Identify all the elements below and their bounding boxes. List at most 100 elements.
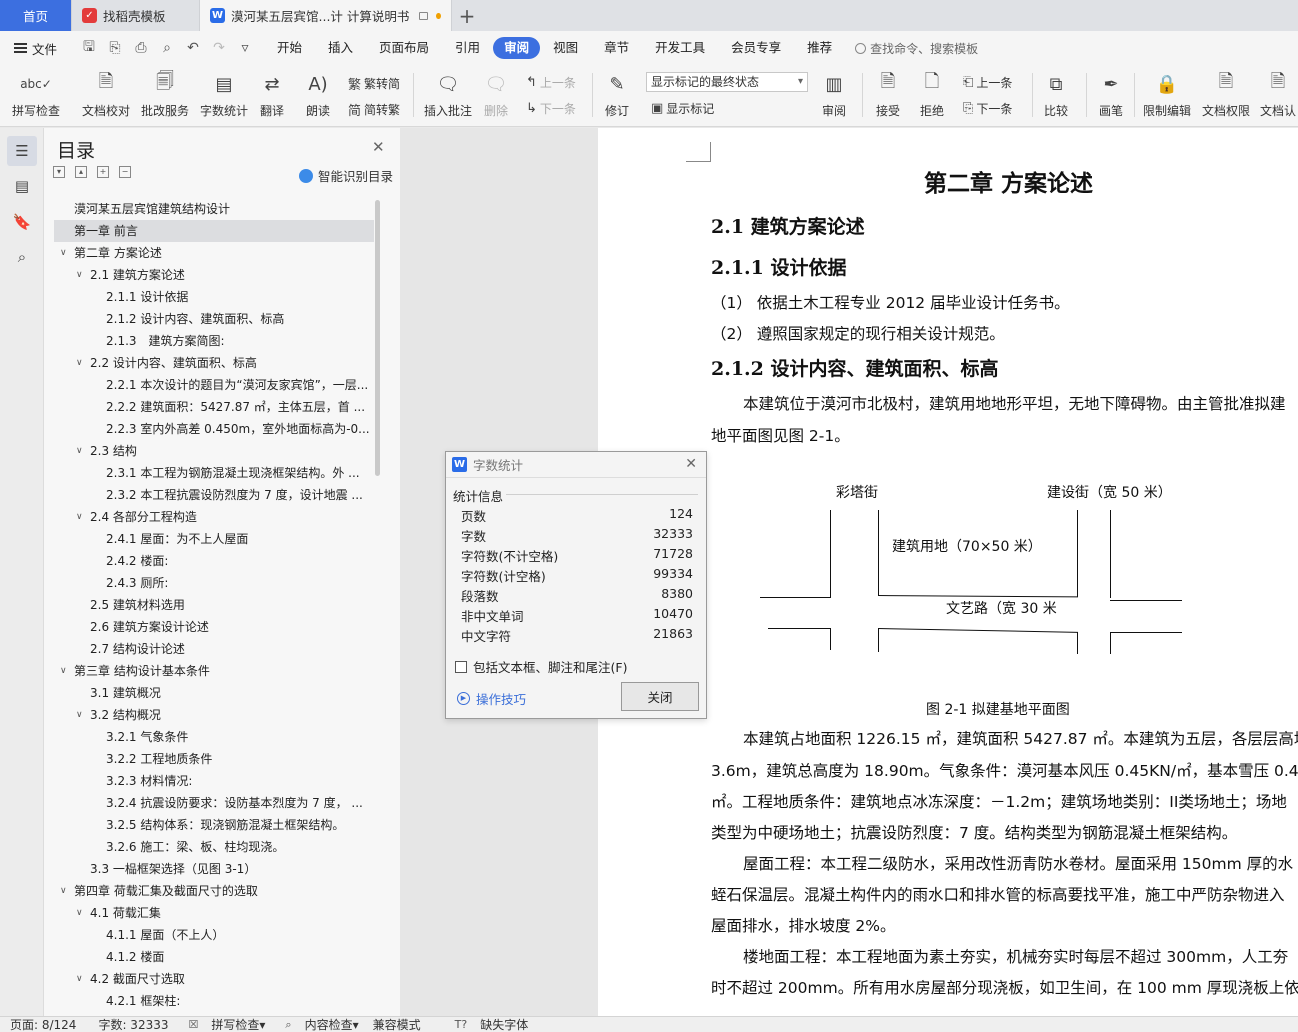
chevron-down-icon[interactable]: ∨ (60, 660, 67, 682)
track-changes-button[interactable]: ✎ 修订 (603, 69, 631, 119)
smart-toc-button[interactable]: 智能识别目录 (299, 166, 393, 185)
word-count-button[interactable]: ▤ 字数统计 (200, 69, 248, 119)
file-menu[interactable]: 文件 (0, 39, 70, 58)
toc-item[interactable]: 2.2.3 室内外高差 0.450m，室外地面标高为-0... (54, 418, 374, 440)
toc-item[interactable]: ∨ 第二章 方案论述 (54, 242, 374, 264)
menu-insert[interactable]: 插入 (315, 37, 366, 59)
command-search[interactable]: 查找命令、搜索模板 (855, 40, 978, 57)
bookmark-icon[interactable]: 🔖 (7, 207, 37, 237)
translate-button[interactable]: ⇄ 翻译 (258, 69, 286, 119)
tab-home[interactable]: 首页 (0, 0, 72, 31)
toc-item[interactable]: ∨ 4.2 截面尺寸选取 (54, 968, 374, 990)
toc-item[interactable]: 2.5 建筑材料选用 (54, 594, 374, 616)
chevron-down-icon[interactable]: ∨ (76, 902, 83, 924)
find-icon[interactable]: ⌕ (7, 242, 37, 272)
menu-start[interactable]: 开始 (264, 37, 315, 59)
annotate-service-button[interactable]: 🗐 批改服务 (141, 69, 189, 119)
menu-developer[interactable]: 开发工具 (642, 37, 718, 59)
toc-item[interactable]: 2.2.2 建筑面积：5427.87 ㎡，主体五层，首 ... (54, 396, 374, 418)
tips-link[interactable]: ▶ 操作技巧 (457, 689, 526, 708)
delete-comment-button[interactable]: 🗨 删除 (482, 69, 510, 119)
insert-comment-button[interactable]: 🗨 插入批注 (424, 69, 472, 119)
toc-item[interactable]: 2.7 结构设计论述 (54, 638, 374, 660)
collapse-all-icon[interactable]: ▴ (75, 166, 87, 178)
toc-item[interactable]: 3.2.2 工程地质条件 (54, 748, 374, 770)
read-aloud-button[interactable]: A) 朗读 (304, 69, 332, 119)
prev-comment-button[interactable]: ↰ 上一条 (526, 74, 576, 91)
chevron-down-icon[interactable]: ∨ (76, 352, 83, 374)
menu-reference[interactable]: 引用 (442, 37, 493, 59)
toc-item[interactable]: 2.1.1 设计依据 (54, 286, 374, 308)
to-traditional-button[interactable]: 繁繁转简 (348, 74, 400, 93)
show-markup-button[interactable]: ▣ 显示标记 (651, 100, 714, 117)
redo-icon[interactable]: ↷ (210, 40, 228, 56)
toc-item[interactable]: ∨ 2.4 各部分工程构造 (54, 506, 374, 528)
include-textbox-checkbox[interactable]: 包括文本框、脚注和尾注(F) (455, 657, 627, 676)
toc-item[interactable]: ∨ 2.3 结构 (54, 440, 374, 462)
next-change-button[interactable]: ⎘ 下一条 (963, 100, 1012, 117)
to-simplified-button[interactable]: 简简转繁 (348, 100, 400, 119)
toc-item[interactable]: 3.3 一榀框架选择（见图 3-1） (54, 858, 374, 880)
compare-button[interactable]: ⧉ 比较 (1042, 69, 1070, 119)
page-indicator[interactable]: 页面: 8/124 (10, 1017, 76, 1032)
print-icon[interactable]: ⎙ (132, 40, 150, 56)
toc-item[interactable]: 4.1.2 楼面 (54, 946, 374, 968)
toc-item[interactable]: 2.1.2 设计内容、建筑面积、标高 (54, 308, 374, 330)
menu-page-layout[interactable]: 页面布局 (366, 37, 442, 59)
menu-view[interactable]: 视图 (540, 37, 591, 59)
doc-rights-button[interactable]: 🗎 文档权限 (1202, 69, 1250, 119)
menu-review[interactable]: 审阅 (493, 37, 541, 59)
save-icon[interactable]: 🖫 (80, 36, 98, 60)
print-preview-icon[interactable]: ⌕ (158, 40, 176, 56)
undo-icon[interactable]: ↶ (184, 40, 202, 56)
restrict-edit-button[interactable]: 🔒 限制编辑 (1143, 69, 1191, 119)
word-count-indicator[interactable]: 字数: 32333 (98, 1017, 168, 1032)
more-icon[interactable]: ▿ (236, 40, 254, 56)
markup-state-select[interactable]: 显示标记的最终状态 (646, 72, 808, 92)
toc-item[interactable]: ∨ 第四章 荷载汇集及截面尺寸的选取 (54, 880, 374, 902)
toc-item[interactable]: 2.4.3 厕所: (54, 572, 374, 594)
toc-item[interactable]: 3.2.4 抗震设防要求：设防基本烈度为 7 度， ... (54, 792, 374, 814)
toc-icon[interactable]: ☰ (7, 136, 37, 166)
toc-item[interactable]: 2.3.2 本工程抗震设防烈度为 7 度，设计地震 ... (54, 484, 374, 506)
add-heading-icon[interactable]: + (97, 166, 109, 178)
doc-cert-button[interactable]: 🗎 文档认 (1260, 69, 1296, 119)
toc-item[interactable]: ∨ 第三章 结构设计基本条件 (54, 660, 374, 682)
new-tab-plus-icon[interactable]: + (452, 0, 482, 31)
expand-all-icon[interactable]: ▾ (53, 166, 65, 178)
toc-item[interactable]: ∨ 2.1 建筑方案论述 (54, 264, 374, 286)
monitor-icon[interactable] (419, 11, 429, 20)
toc-item[interactable]: 2.1.3 建筑方案简图: (54, 330, 374, 352)
menu-recommend[interactable]: 推荐 (794, 37, 845, 59)
status-content-check[interactable]: ⌕ 内容检查 ▾ (275, 1017, 358, 1032)
close-icon[interactable]: ✕ (372, 138, 385, 156)
tab-template[interactable]: ✓ 找稻壳模板 (72, 0, 200, 31)
next-comment-button[interactable]: ↳ 下一条 (526, 100, 576, 117)
chevron-down-icon[interactable]: ∨ (76, 264, 83, 286)
reject-button[interactable]: 🗋 拒绝 (918, 69, 946, 119)
toc-item[interactable]: 3.2.3 材料情况: (54, 770, 374, 792)
toc-item[interactable]: 3.2.6 施工：梁、板、柱均现浇。 (54, 836, 374, 858)
close-button[interactable]: 关闭 (621, 682, 699, 711)
toc-item[interactable]: ∨ 2.2 设计内容、建筑面积、标高 (54, 352, 374, 374)
toc-item[interactable]: 2.4.2 楼面: (54, 550, 374, 572)
chevron-down-icon[interactable]: ∨ (76, 440, 83, 462)
toc-item[interactable]: ∨ 4.1 荷载汇集 (54, 902, 374, 924)
toc-item[interactable]: 2.6 建筑方案设计论述 (54, 616, 374, 638)
spell-check-button[interactable]: abc✓ 拼写检查 (12, 69, 60, 119)
menu-section[interactable]: 章节 (591, 37, 642, 59)
prev-change-button[interactable]: ⎗ 上一条 (963, 74, 1012, 91)
toc-item[interactable]: ∨ 3.2 结构概况 (54, 704, 374, 726)
toc-item[interactable]: 4.2.1 框架柱: (54, 990, 374, 1012)
review-pane-button[interactable]: ▥ 审阅 (820, 69, 848, 119)
export-pdf-icon[interactable]: ⎘ (106, 40, 124, 56)
toc-scrollbar[interactable] (375, 200, 380, 476)
toc-item[interactable]: 第一章 前言 (54, 220, 374, 242)
pen-button[interactable]: ✒ 画笔 (1097, 69, 1125, 119)
chevron-down-icon[interactable]: ∨ (60, 880, 67, 902)
dialog-titlebar[interactable]: W 字数统计 (446, 452, 706, 478)
chevron-down-icon[interactable]: ∨ (76, 506, 83, 528)
chevron-down-icon[interactable]: ∨ (60, 242, 67, 264)
toc-item[interactable]: 漠河某五层宾馆建筑结构设计 (54, 198, 374, 220)
chevron-down-icon[interactable]: ∨ (76, 704, 83, 726)
